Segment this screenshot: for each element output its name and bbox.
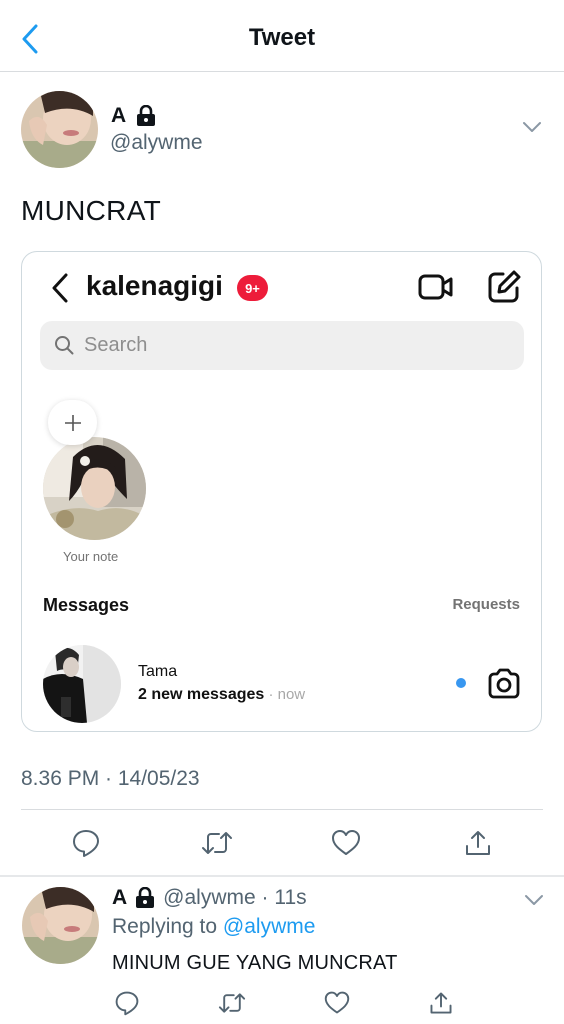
requests-link: Requests — [452, 596, 520, 613]
share-icon — [430, 992, 452, 1014]
speech-bubble-icon — [115, 991, 139, 1016]
replying-to: Replying to @alywme — [112, 915, 315, 939]
ig-username: kalenagigi — [86, 270, 223, 301]
retweet-button[interactable] — [201, 828, 232, 858]
share-icon — [466, 831, 490, 855]
replying-to-mention[interactable]: @alywme — [223, 915, 316, 938]
thread-avatar — [43, 645, 121, 723]
speech-bubble-icon — [73, 830, 99, 857]
tweet-actions — [0, 826, 564, 862]
tweet-media-image[interactable]: kalenagigi 9+ Search Your note Messages … — [21, 251, 542, 732]
note-label: Your note — [63, 549, 119, 564]
reply-header: A @alywme · 11s — [112, 886, 307, 910]
reply-retweet-button[interactable] — [218, 990, 246, 1016]
compose-icon — [487, 270, 521, 304]
author-handle[interactable]: @alywme — [110, 131, 203, 155]
ig-back-button — [50, 272, 70, 304]
search-icon — [55, 336, 74, 355]
reply-author-name[interactable]: A — [112, 886, 127, 910]
heart-icon — [324, 991, 350, 1014]
reply-meta[interactable]: @alywme · 11s — [163, 886, 306, 910]
video-camera-icon — [418, 272, 454, 302]
reply-author-avatar[interactable] — [22, 887, 99, 964]
plus-icon — [64, 414, 81, 431]
author-avatar[interactable] — [21, 91, 98, 168]
thread-preview-line: 2 new messages · now — [138, 686, 305, 704]
message-thread-row: Tama 2 new messages · now — [22, 640, 541, 724]
thread-name: Tama — [138, 663, 178, 680]
search-placeholder: Search — [84, 334, 148, 356]
chevron-down-icon — [523, 122, 541, 132]
ig-search-bar: Search — [40, 321, 524, 370]
camera-icon — [487, 668, 521, 700]
lock-icon — [135, 886, 155, 909]
reply-actions — [0, 990, 564, 1020]
nav-bar: Tweet — [0, 0, 564, 72]
divider — [21, 809, 543, 810]
author-name-row[interactable]: A — [111, 104, 156, 128]
reply-like-button[interactable] — [324, 990, 350, 1016]
add-note-button — [48, 400, 97, 445]
reply-button[interactable] — [71, 828, 101, 858]
thread-time: · now — [264, 686, 306, 703]
unread-dot — [456, 678, 466, 688]
replying-prefix: Replying to — [112, 915, 223, 938]
tweet-timestamp[interactable]: 8.36 PM · 14/05/23 — [21, 767, 200, 791]
retweet-icon — [218, 993, 246, 1013]
reply-share-button[interactable] — [428, 990, 454, 1016]
reply-more-options-button[interactable] — [524, 893, 544, 907]
chevron-down-icon — [525, 895, 543, 905]
ig-header: kalenagigi 9+ — [22, 266, 541, 310]
more-options-button[interactable] — [522, 120, 542, 134]
section-divider — [0, 875, 564, 877]
thread-preview: 2 new messages — [138, 686, 265, 703]
share-button[interactable] — [463, 828, 493, 858]
chevron-left-icon — [52, 273, 68, 303]
author-name[interactable]: A — [111, 104, 126, 128]
like-button[interactable] — [331, 828, 361, 858]
reply-text: MINUM GUE YANG MUNCRAT — [112, 952, 398, 974]
note-avatar — [43, 437, 146, 540]
reply-reply-button[interactable] — [114, 990, 140, 1016]
tweet-text: MUNCRAT — [21, 195, 162, 226]
retweet-icon — [202, 832, 232, 854]
messages-heading: Messages — [43, 595, 130, 615]
notification-badge: 9+ — [237, 275, 268, 301]
heart-icon — [332, 830, 360, 855]
lock-icon — [136, 104, 156, 127]
page-title: Tweet — [248, 24, 316, 51]
